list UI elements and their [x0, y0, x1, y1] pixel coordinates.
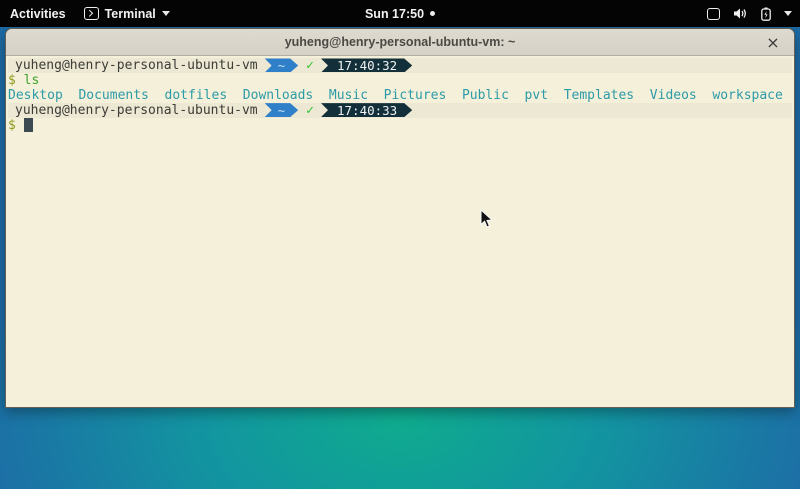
- terminal-screen[interactable]: yuheng@henry-personal-ubuntu-vm ~ ✓ 17:4…: [6, 56, 794, 408]
- system-tray-menu[interactable]: [707, 0, 792, 27]
- prompt-line: yuheng@henry-personal-ubuntu-vm ~ ✓ 17:4…: [8, 58, 792, 73]
- terminal-window: yuheng@henry-personal-ubuntu-vm: ~ × yuh…: [5, 28, 795, 408]
- command-line: $ ls: [8, 73, 792, 88]
- activities-button[interactable]: Activities: [10, 7, 66, 21]
- app-menu-label: Terminal: [105, 7, 156, 21]
- chevron-down-icon: [162, 11, 170, 16]
- window-title: yuheng@henry-personal-ubuntu-vm: ~: [285, 35, 516, 49]
- display-icon: [707, 8, 720, 20]
- prompt-user-host: yuheng@henry-personal-ubuntu-vm: [15, 58, 258, 73]
- clock[interactable]: Sun 17:50: [365, 7, 424, 21]
- typed-command: ls: [24, 73, 40, 88]
- prompt-cwd-segment: ~: [265, 58, 299, 72]
- notification-dot-icon: [430, 11, 435, 16]
- prompt-time-segment: 17:40:32: [321, 58, 412, 72]
- prompt-status-check-icon: ✓: [306, 103, 314, 118]
- desktop: Activities Terminal Sun 17:50: [0, 0, 800, 489]
- battery-charging-icon: [761, 7, 771, 21]
- input-line: $: [8, 118, 792, 133]
- top-bar: Activities Terminal Sun 17:50: [0, 0, 800, 27]
- close-button[interactable]: ×: [762, 29, 784, 56]
- chevron-down-icon: [784, 11, 792, 16]
- prompt-symbol: $: [8, 73, 16, 88]
- prompt-time-segment: 17:40:33: [321, 103, 412, 117]
- app-menu-terminal[interactable]: Terminal: [84, 7, 170, 21]
- terminal-cursor: [24, 118, 33, 132]
- prompt-status-check-icon: ✓: [306, 58, 314, 73]
- output-line: Desktop Documents dotfiles Downloads Mus…: [8, 88, 792, 103]
- terminal-app-icon: [84, 7, 99, 20]
- window-titlebar[interactable]: yuheng@henry-personal-ubuntu-vm: ~ ×: [6, 29, 794, 56]
- prompt-line: yuheng@henry-personal-ubuntu-vm ~ ✓ 17:4…: [8, 103, 792, 118]
- prompt-symbol: $: [8, 118, 16, 133]
- directory-listing: Desktop Documents dotfiles Downloads Mus…: [8, 88, 783, 103]
- prompt-cwd-segment: ~: [265, 103, 299, 117]
- prompt-user-host: yuheng@henry-personal-ubuntu-vm: [15, 103, 258, 118]
- volume-icon: [733, 7, 748, 20]
